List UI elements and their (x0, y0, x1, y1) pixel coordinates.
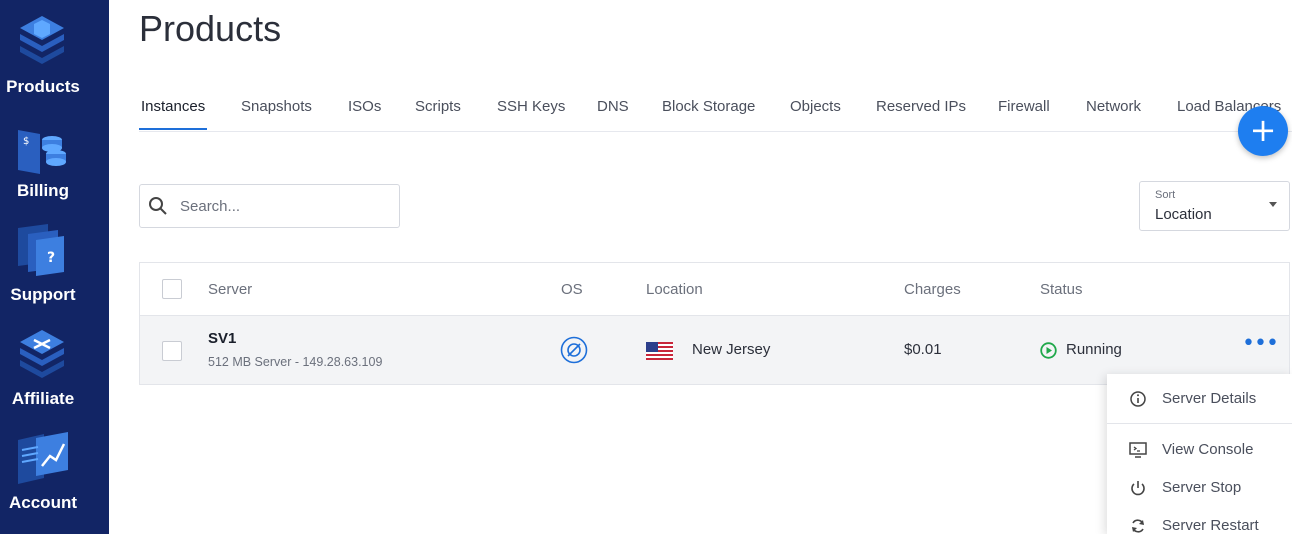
support-icon: ? (18, 224, 64, 276)
sort-value: Location (1155, 206, 1212, 223)
tab-dns[interactable]: DNS (597, 98, 629, 115)
column-location: Location (646, 281, 703, 298)
affiliate-icon (20, 330, 64, 378)
server-status: Running (1066, 341, 1122, 358)
svg-text:?: ? (47, 250, 55, 266)
column-status: Status (1040, 281, 1083, 298)
sort-label: Sort (1155, 189, 1176, 201)
tab-block-storage[interactable]: Block Storage (662, 98, 755, 115)
sidebar-item-products[interactable]: Products (0, 0, 109, 104)
sidebar-label-support: Support (10, 285, 76, 304)
running-status-icon (1040, 342, 1057, 359)
menu-label-server-stop: Server Stop (1162, 479, 1242, 496)
menu-item-server-details[interactable]: Server Details (1107, 381, 1292, 417)
column-os: OS (561, 281, 583, 298)
tab-network[interactable]: Network (1086, 98, 1141, 115)
column-server: Server (208, 281, 253, 298)
sidebar-label-billing: Billing (17, 181, 69, 200)
sidebar-item-billing[interactable]: $ Billing (0, 104, 109, 208)
sort-select[interactable]: Sort Location (1139, 181, 1290, 231)
menu-divider (1107, 423, 1292, 424)
active-tab-indicator (139, 128, 207, 130)
tab-reserved-ips[interactable]: Reserved IPs (876, 98, 966, 115)
instances-table: Server OS Location Charges Status SV1 51… (139, 262, 1290, 385)
add-button[interactable]: + (1238, 106, 1288, 156)
svg-text:$: $ (23, 136, 29, 147)
menu-label-server-details: Server Details (1162, 390, 1257, 407)
info-icon (1130, 391, 1146, 407)
os-icon (560, 336, 588, 364)
server-actions-menu: Server Details View Console Server Stop … (1107, 374, 1292, 534)
tab-bar: Instances Snapshots ISOs Scripts SSH Key… (139, 90, 1292, 132)
tab-ssh-keys[interactable]: SSH Keys (497, 98, 565, 115)
server-subtitle: 512 MB Server - 149.28.63.109 (208, 355, 383, 369)
sidebar-item-affiliate[interactable]: Affiliate (0, 312, 109, 416)
tab-snapshots[interactable]: Snapshots (241, 98, 312, 115)
server-name[interactable]: SV1 (208, 330, 236, 347)
column-charges: Charges (904, 281, 961, 298)
account-icon (18, 432, 68, 484)
sidebar-item-account[interactable]: Account (0, 416, 109, 534)
tab-isos[interactable]: ISOs (348, 98, 381, 115)
sidebar-label-affiliate: Affiliate (11, 389, 75, 408)
server-charges: $0.01 (904, 341, 942, 358)
more-options-icon[interactable]: ••• (1242, 333, 1279, 358)
tab-instances[interactable]: Instances (141, 98, 205, 115)
console-icon (1129, 442, 1147, 458)
menu-item-view-console[interactable]: View Console (1107, 432, 1292, 468)
search-icon (149, 197, 167, 215)
sidebar: Products $ Billing ? Support Affiliate A… (0, 0, 109, 534)
tab-objects[interactable]: Objects (790, 98, 841, 115)
tab-scripts[interactable]: Scripts (415, 98, 461, 115)
search-box (139, 184, 400, 228)
billing-icon: $ (18, 130, 66, 174)
select-all-checkbox[interactable] (162, 279, 182, 299)
page-title: Products (139, 8, 282, 49)
restart-icon (1132, 519, 1144, 533)
menu-label-server-restart: Server Restart (1162, 517, 1259, 534)
power-icon (1131, 481, 1145, 496)
menu-item-server-restart[interactable]: Server Restart (1107, 508, 1292, 534)
sidebar-label-products: Products (6, 77, 80, 96)
sidebar-label-account: Account (9, 493, 77, 512)
row-checkbox[interactable] (162, 341, 182, 361)
server-location: New Jersey (692, 341, 771, 358)
menu-item-server-stop[interactable]: Server Stop (1107, 470, 1292, 506)
products-icon (20, 16, 64, 64)
us-flag-icon (646, 342, 673, 360)
sidebar-item-support[interactable]: ? Support (0, 208, 109, 312)
menu-label-view-console: View Console (1162, 441, 1254, 458)
search-input[interactable] (180, 185, 390, 227)
table-header: Server OS Location Charges Status (140, 263, 1289, 316)
chevron-down-icon (1269, 202, 1277, 207)
tab-firewall[interactable]: Firewall (998, 98, 1050, 115)
